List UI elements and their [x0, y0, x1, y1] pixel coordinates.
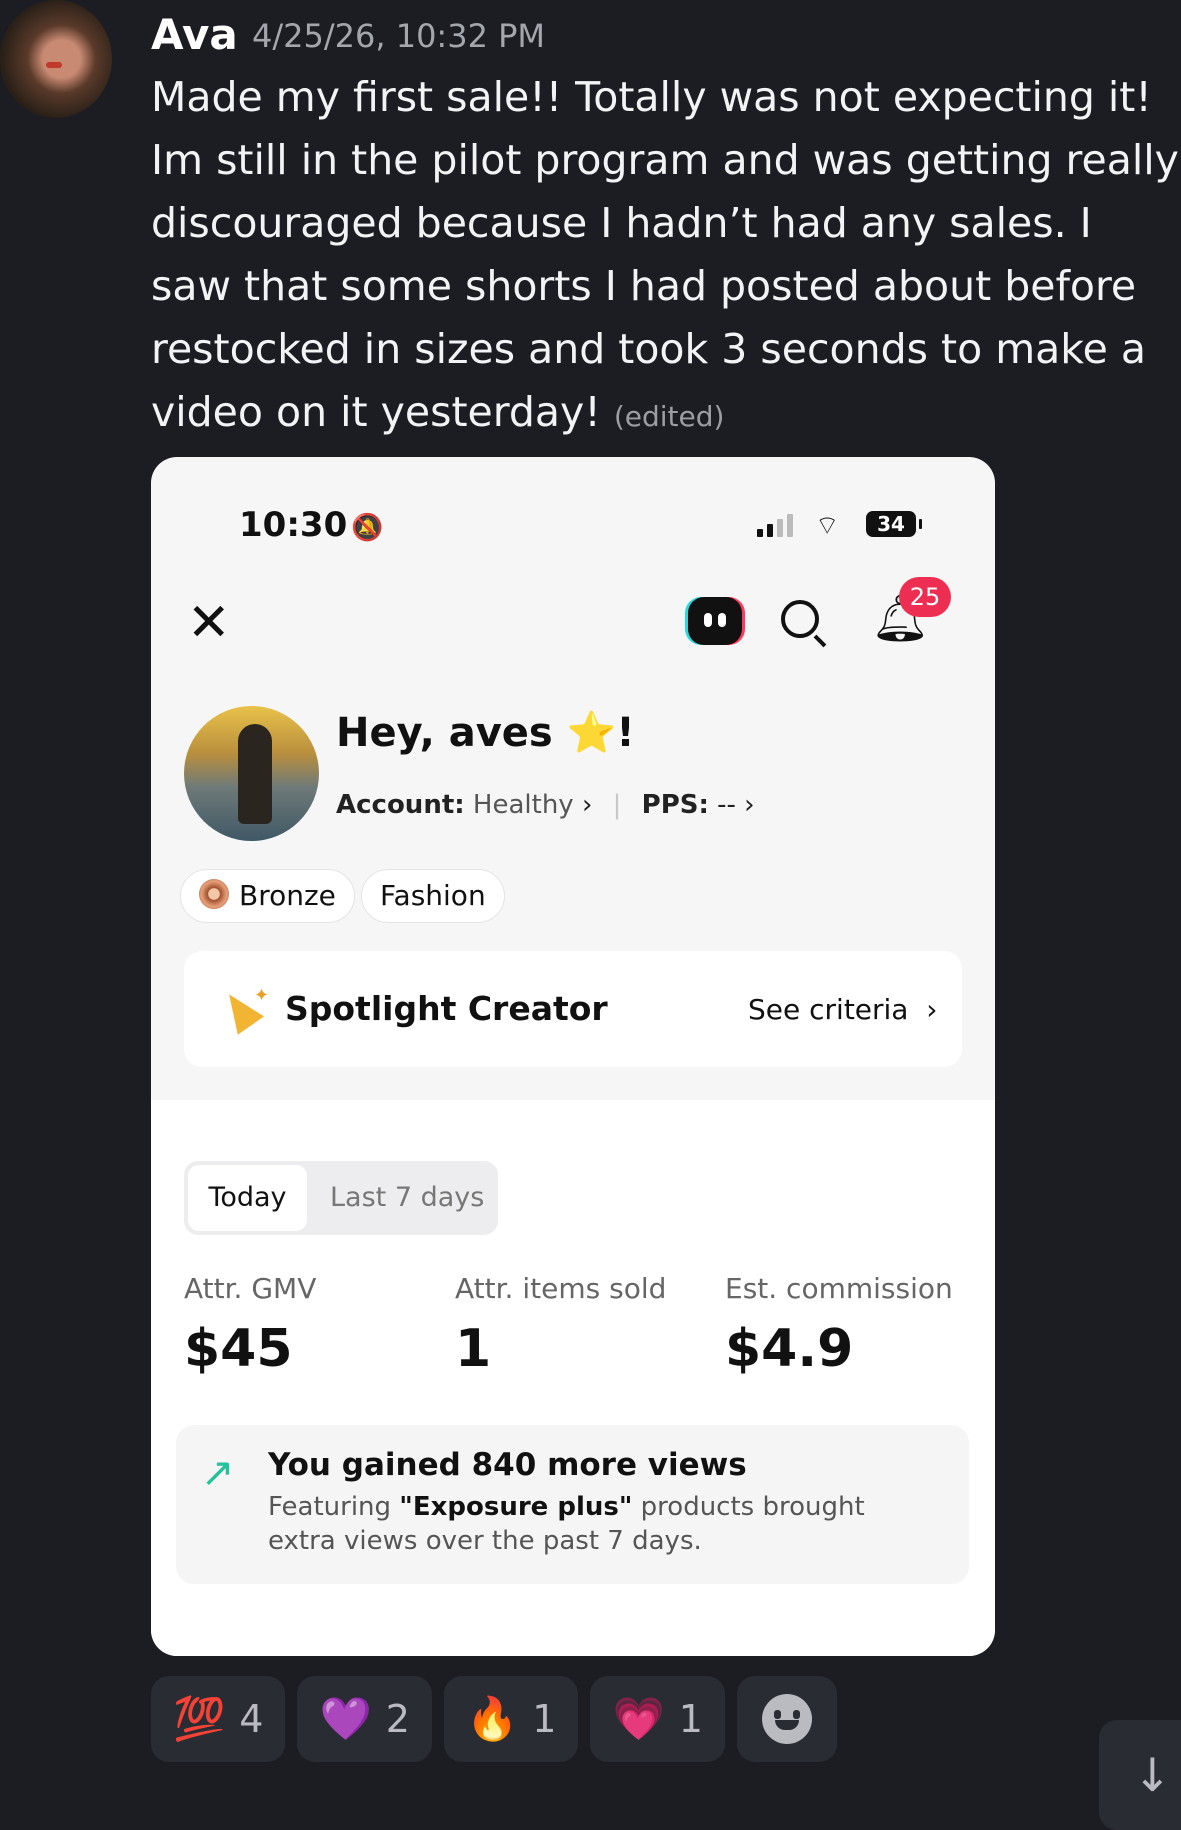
reaction-purple-heart[interactable]: 💜 2	[297, 1676, 432, 1762]
search-icon[interactable]	[781, 600, 819, 638]
metric-value-gmv[interactable]: $45	[184, 1319, 293, 1379]
account-status-row: Account: Healthy › | PPS: -- ›	[336, 790, 755, 820]
reaction-count: 2	[385, 1697, 410, 1741]
metric-label-items: Attr. items sold	[455, 1272, 667, 1305]
fire-emoji-icon: 🔥	[465, 1694, 519, 1743]
battery-icon: 34	[866, 511, 922, 537]
author-name[interactable]: Ava	[151, 10, 238, 59]
metric-label-gmv: Attr. GMV	[184, 1272, 317, 1305]
tab-today[interactable]: Today	[188, 1165, 307, 1231]
purple-heart-emoji-icon: 💜	[319, 1694, 372, 1743]
bot-icon[interactable]	[688, 597, 742, 645]
mute-bell-icon: 🔕	[351, 513, 384, 543]
add-reaction-icon	[761, 1694, 812, 1744]
jump-to-present-button[interactable]: ↓	[1099, 1720, 1181, 1830]
greeting: Hey, aves ⭐!	[336, 710, 635, 756]
category-chip-fashion[interactable]: Fashion	[361, 869, 505, 923]
see-criteria-link[interactable]: See criteria ›	[748, 993, 937, 1026]
add-reaction-button[interactable]	[736, 1676, 837, 1762]
message-body: Made my first sale!! Totally was not exp…	[151, 73, 1179, 436]
cellular-signal-icon	[757, 514, 793, 537]
period-toggle: Today Last 7 days	[184, 1161, 498, 1235]
attached-screenshot[interactable]: 10:30 🔕 ⌔ 34 ✕ 🔔︎ 25 Hey, aves ⭐! Account…	[151, 457, 995, 1656]
profile-picture[interactable]	[184, 706, 319, 841]
reaction-count: 1	[532, 1697, 557, 1741]
message-text: Made my first sale!! Totally was not exp…	[151, 66, 1181, 448]
views-gained-card[interactable]: ↗ You gained 840 more views Featuring "E…	[176, 1425, 969, 1584]
metric-label-commission: Est. commission	[725, 1272, 953, 1305]
reaction-pink-heart[interactable]: 💗 1	[590, 1676, 725, 1762]
trend-up-icon: ↗	[201, 1450, 235, 1496]
account-status-link[interactable]: Account: Healthy ›	[336, 790, 601, 820]
edited-label: (edited)	[613, 400, 725, 433]
status-time: 10:30 🔕	[239, 505, 384, 545]
spotlight-title: Spotlight Creator	[285, 989, 608, 1028]
status-time-text: 10:30	[239, 505, 348, 545]
user-avatar[interactable]	[0, 0, 112, 118]
views-gained-title: You gained 840 more views	[268, 1447, 747, 1483]
message-timestamp: 4/25/26, 10:32 PM	[252, 17, 545, 55]
spotlight-card[interactable]: ✦ Spotlight Creator See criteria ›	[184, 951, 962, 1067]
reaction-fire[interactable]: 🔥 1	[443, 1676, 579, 1762]
pink-heart-emoji-icon: 💗	[612, 1694, 665, 1743]
notification-badge: 25	[899, 577, 951, 617]
tab-last-7-days[interactable]: Last 7 days	[330, 1165, 484, 1231]
reaction-count: 1	[678, 1697, 703, 1741]
wifi-icon: ⌔	[815, 511, 840, 541]
metric-value-items[interactable]: 1	[455, 1319, 491, 1379]
close-icon[interactable]: ✕	[187, 597, 231, 649]
bronze-medal-icon	[199, 879, 229, 909]
hundred-emoji-icon: 💯	[173, 1694, 226, 1743]
metric-value-commission[interactable]: $4.9	[725, 1319, 853, 1379]
reaction-100[interactable]: 💯 4	[151, 1676, 286, 1762]
reactions-bar: 💯 4 💜 2 🔥 1 💗 1	[151, 1676, 837, 1762]
sparkle-icon: ✦	[254, 985, 270, 1006]
reaction-count: 4	[239, 1697, 264, 1741]
views-gained-description: Featuring "Exposure plus" products broug…	[268, 1492, 865, 1556]
arrow-down-icon: ↓	[1133, 1748, 1172, 1802]
tier-chip-bronze[interactable]: Bronze	[180, 869, 355, 923]
pps-link[interactable]: PPS: -- ›	[642, 790, 755, 820]
